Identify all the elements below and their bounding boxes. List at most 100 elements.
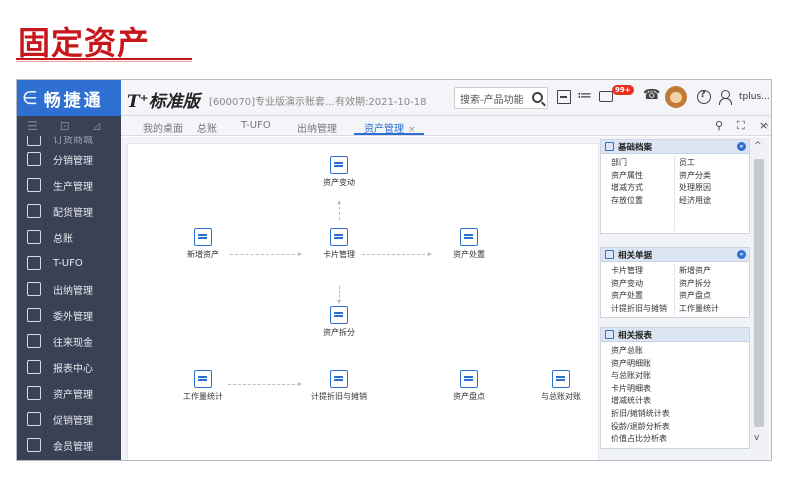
panel-title: 相关单据 — [618, 250, 653, 261]
sidebar-item-production[interactable]: 生产管理 — [17, 172, 121, 198]
sidebar-item-reports[interactable]: 报表中心 — [17, 354, 121, 380]
node-asset-split[interactable]: 资产拆分 — [304, 306, 374, 338]
link-depreciation[interactable]: 计提折旧与摊销 — [611, 303, 675, 316]
link-department[interactable]: 部门 — [611, 157, 675, 170]
link-report[interactable]: 资产明细账 — [611, 358, 743, 371]
sidebar-item-label: 促销管理 — [53, 415, 93, 427]
sidebar-item-cash[interactable]: 往来现金 — [17, 328, 121, 354]
depreciation-icon — [330, 370, 348, 388]
app-window: ∈ 畅捷通 T⁺标准版 [600070]专业版演示账套... 有效期:2021-… — [16, 79, 772, 461]
page: 固定资产 ∈ 畅捷通 T⁺标准版 [600070]专业版演示账套... 有效期:… — [0, 0, 790, 487]
node-depreciation[interactable]: 计提折旧与摊销 — [304, 370, 374, 402]
search-box[interactable] — [454, 87, 548, 111]
sidebar-item-label: 报表中心 — [53, 363, 93, 375]
node-asset-disposal[interactable]: 资产处置 — [434, 228, 504, 260]
outer-scroll-up-icon[interactable]: ^ — [762, 123, 770, 133]
scroll-down-icon[interactable]: v — [754, 433, 759, 443]
arrow-card-to-disposal — [362, 252, 432, 256]
list-icon[interactable] — [577, 86, 592, 104]
node-new-asset[interactable]: 新增资产 — [168, 228, 238, 260]
link-employee[interactable]: 员工 — [679, 157, 743, 170]
megaphone-icon — [27, 412, 41, 426]
sidebar-item-ledger[interactable]: 总账 — [17, 224, 121, 250]
sidebar: ☰ ⊡ ⊿ 订货商城 分销管理 生产管理 配货管理 总账 T-UFO 出纳管理 … — [17, 116, 121, 460]
zoom-search-icon[interactable]: ⚲ — [715, 119, 723, 132]
home-icon[interactable]: ⊡ — [60, 119, 70, 133]
link-asset-inventory[interactable]: 资产盘点 — [679, 290, 743, 303]
node-asset-inventory[interactable]: 资产盘点 — [434, 370, 504, 402]
scrollbar[interactable]: ^ v — [751, 137, 767, 460]
link-new-asset[interactable]: 新增资产 — [679, 265, 743, 278]
sidebar-item-shop[interactable]: 订货商城 — [17, 136, 121, 146]
link-workload-stats[interactable]: 工作量统计 — [679, 303, 743, 316]
sidebar-item-tufo[interactable]: T-UFO — [17, 250, 121, 276]
brand-logo[interactable]: ∈ 畅捷通 — [17, 80, 121, 116]
search-icon[interactable] — [532, 92, 543, 103]
username[interactable]: tplus... — [739, 92, 770, 102]
link-card-manage[interactable]: 卡片管理 — [611, 265, 675, 278]
pin-icon[interactable]: ⊿ — [92, 119, 102, 133]
link-asset-change[interactable]: 资产变动 — [611, 278, 675, 291]
arrow-to-asset-change — [337, 200, 341, 220]
notification-badge: 99+ — [612, 85, 634, 95]
tab-desktop[interactable]: 我的桌面 — [143, 120, 183, 135]
menu-icon[interactable]: ☰ — [27, 119, 38, 133]
search-input[interactable] — [455, 90, 525, 111]
sidebar-item-member[interactable]: 会员管理 — [17, 432, 121, 458]
collapse-icon[interactable]: « — [737, 142, 746, 151]
sidebar-item-outsource[interactable]: 委外管理 — [17, 302, 121, 328]
collapse-icon[interactable]: « — [737, 250, 746, 259]
account-info[interactable]: [600070]专业版演示账套... — [209, 93, 335, 108]
link-asset-category[interactable]: 资产分类 — [679, 170, 743, 183]
phone-icon[interactable] — [643, 87, 660, 104]
maximize-icon[interactable]: ⛶ — [737, 119, 745, 133]
node-label: 资产盘点 — [453, 392, 485, 401]
link-report[interactable]: 价值占比分析表 — [611, 433, 743, 446]
link-report[interactable]: 增减统计表 — [611, 395, 743, 408]
top-bar: ∈ 畅捷通 T⁺标准版 [600070]专业版演示账套... 有效期:2021-… — [17, 80, 771, 116]
node-asset-change[interactable]: 资产变动 — [304, 156, 374, 188]
ledger-icon — [27, 230, 41, 244]
link-asset-disposal[interactable]: 资产处置 — [611, 290, 675, 303]
document-icon[interactable] — [557, 90, 571, 104]
link-asset-split[interactable]: 资产拆分 — [679, 278, 743, 291]
node-card-manage[interactable]: 卡片管理 — [304, 228, 374, 260]
expiry-date: 有效期:2021-10-18 — [335, 97, 427, 108]
banner-underline — [16, 58, 192, 60]
flow-diagram: 资产变动 新增资产 卡片管理 资产处置 资产拆分 工作量统计 计提折旧与摊销 资… — [127, 143, 599, 460]
link-report[interactable]: 卡片明细表 — [611, 383, 743, 396]
link-report[interactable]: 资产总账 — [611, 345, 743, 358]
link-change-method[interactable]: 增减方式 — [611, 182, 675, 195]
node-gl-reconcile[interactable]: 与总账对账 — [526, 370, 596, 402]
sidebar-item-assets[interactable]: 资产管理 — [17, 380, 121, 406]
outsource-icon — [27, 308, 41, 322]
sidebar-item-promotion[interactable]: 促销管理 — [17, 406, 121, 432]
node-workload-stats[interactable]: 工作量统计 — [168, 370, 238, 402]
panel-header: 相关报表 — [601, 328, 749, 342]
arrow-new-to-card — [230, 252, 302, 256]
report-icon — [27, 360, 41, 374]
node-label: 与总账对账 — [541, 392, 581, 401]
link-report[interactable]: 役龄/退龄分析表 — [611, 421, 743, 434]
help-icon[interactable] — [697, 89, 711, 104]
link-storage-location[interactable]: 存放位置 — [611, 195, 675, 208]
sidebar-item-cashier[interactable]: 出纳管理 — [17, 276, 121, 302]
sidebar-item-distribution[interactable]: 分销管理 — [17, 146, 121, 172]
message-icon[interactable] — [599, 91, 613, 102]
tab-cashier[interactable]: 出纳管理 — [297, 120, 337, 135]
tab-ledger[interactable]: 总账 — [197, 120, 217, 135]
link-handle-reason[interactable]: 处理原因 — [679, 182, 743, 195]
scroll-up-icon[interactable]: ^ — [754, 141, 762, 151]
sidebar-item-delivery[interactable]: 配货管理 — [17, 198, 121, 224]
link-economic-use[interactable]: 经济用途 — [679, 195, 743, 208]
link-report[interactable]: 与总账对账 — [611, 370, 743, 383]
scroll-thumb[interactable] — [754, 159, 764, 427]
panel-related-documents: 相关单据 « 卡片管理 新增资产 资产变动 资产拆分 资产处置 资产盘点 计提折… — [600, 247, 750, 319]
link-report[interactable]: 折旧/摊销统计表 — [611, 408, 743, 421]
user-icon[interactable] — [718, 90, 732, 105]
tab-tufo[interactable]: T-UFO — [241, 120, 271, 131]
mascot-icon[interactable] — [662, 86, 690, 108]
link-asset-attribute[interactable]: 资产属性 — [611, 170, 675, 183]
gl-reconcile-icon — [552, 370, 570, 388]
